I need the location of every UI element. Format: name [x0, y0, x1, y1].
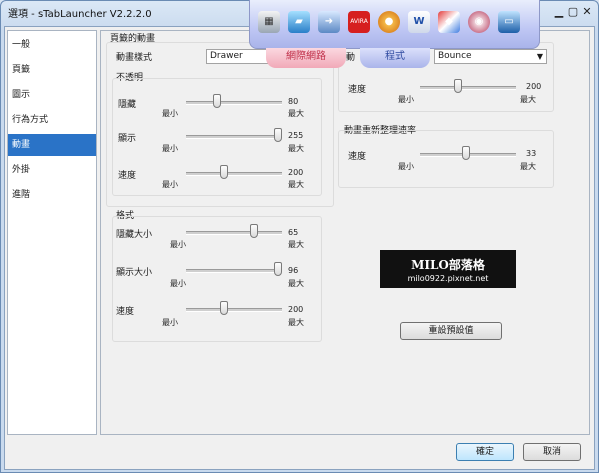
slider-min-label: 最小	[162, 109, 178, 118]
right-speed-label: 速度	[348, 85, 367, 95]
close-button[interactable]: ✕	[581, 6, 593, 18]
hide-opacity-thumb[interactable]	[213, 94, 222, 108]
hide-size-label: 隱藏大小	[116, 230, 153, 240]
slider-min-label: 最小	[162, 144, 178, 153]
sidebar-item-icons[interactable]: 圖示	[8, 84, 96, 106]
slider-max-label: 最大	[288, 144, 304, 153]
stab-launcher-bar: ▦ ▰ ➜ AVIRA ● W ◆ ◉ ▭ 網際網路 程式	[249, 0, 540, 68]
format-speed-label: 速度	[116, 307, 135, 317]
calculator-icon[interactable]: ▦	[258, 11, 280, 33]
cancel-button[interactable]: 取消	[523, 443, 581, 461]
tab-programs[interactable]: 程式	[360, 48, 430, 68]
slider-min-label: 最小	[162, 318, 178, 327]
slider-max-label: 最大	[288, 318, 304, 327]
show-size-label: 顯示大小	[116, 268, 153, 278]
disc-icon[interactable]: ◉	[468, 11, 490, 33]
avira-icon[interactable]: AVIRA	[348, 11, 370, 33]
minimize-button[interactable]: ▁	[553, 6, 565, 18]
slider-max-label: 最大	[288, 240, 304, 249]
animation-style-label: 動畫樣式	[116, 53, 153, 63]
animation-style2-value: Bounce	[438, 51, 472, 61]
slider-min-label: 最小	[170, 240, 186, 249]
slider-max-label: 最大	[288, 279, 304, 288]
slider-max-label: 最大	[520, 162, 536, 171]
window-title: 選項 - sTabLauncher V2.2.2.0	[8, 9, 152, 20]
opacity-speed-thumb[interactable]	[220, 165, 229, 179]
show-size-value: 96	[288, 266, 299, 275]
opacity-speed-track[interactable]	[186, 172, 282, 176]
tab-internet[interactable]: 網際網路	[266, 48, 346, 68]
monitor-icon[interactable]: ▭	[498, 11, 520, 33]
slider-min-label: 最小	[170, 279, 186, 288]
animation-style2-label: 動	[346, 53, 356, 63]
hide-opacity-value: 80	[288, 97, 299, 106]
sidebar-item-behavior[interactable]: 行為方式	[8, 109, 96, 131]
sidebar-item-advanced[interactable]: 進階	[8, 184, 96, 206]
show-opacity-thumb[interactable]	[274, 128, 282, 142]
show-size-thumb[interactable]	[274, 262, 282, 276]
slider-max-label: 最大	[520, 95, 536, 104]
show-opacity-value: 255	[288, 131, 304, 140]
hide-size-track[interactable]	[186, 231, 282, 235]
hide-opacity-track[interactable]	[186, 101, 282, 105]
show-size-track[interactable]	[186, 269, 282, 273]
slider-max-label: 最大	[288, 109, 304, 118]
rubik-icon[interactable]: ◆	[438, 11, 460, 33]
chevron-down-icon: ▼	[536, 52, 543, 61]
sidebar-item-animation[interactable]: 動畫	[8, 134, 96, 156]
media-icon[interactable]: ●	[378, 11, 400, 33]
slider-min-label: 最小	[398, 162, 414, 171]
watermark-url: milo0922.pixnet.net	[407, 274, 489, 283]
slider-min-label: 最小	[398, 95, 414, 104]
slider-max-label: 最大	[288, 180, 304, 189]
format-speed-thumb[interactable]	[220, 301, 229, 315]
sidebar-item-tabs[interactable]: 頁籤	[8, 59, 96, 81]
sidebar-item-plugins[interactable]: 外掛	[8, 159, 96, 181]
opacity-speed-label: 速度	[118, 171, 137, 181]
animation-style-value: Drawer	[210, 51, 243, 61]
blog-watermark: MILO部落格 milo0922.pixnet.net	[380, 250, 516, 288]
maximize-button[interactable]: ▢	[567, 6, 579, 18]
right-speed-value: 200	[526, 82, 542, 91]
reorder-rate-group	[338, 130, 554, 188]
hide-size-value: 65	[288, 228, 299, 237]
word-icon[interactable]: W	[408, 11, 430, 33]
ok-button[interactable]: 確定	[456, 443, 514, 461]
hide-size-thumb[interactable]	[250, 224, 259, 238]
hide-opacity-label: 隱藏	[118, 100, 137, 110]
reorder-speed-thumb[interactable]	[462, 146, 471, 160]
animation-style2-select[interactable]: Bounce ▼	[434, 49, 547, 64]
format-speed-value: 200	[288, 305, 304, 314]
slider-min-label: 最小	[162, 180, 178, 189]
arrow-icon[interactable]: ➜	[318, 11, 340, 33]
reorder-speed-value: 33	[526, 149, 537, 158]
sidebar-item-general[interactable]: 一般	[8, 34, 96, 56]
reset-defaults-button[interactable]: 重設預設值	[400, 322, 502, 340]
book-icon[interactable]: ▰	[288, 11, 310, 33]
watermark-title: MILO部落格	[411, 258, 485, 272]
right-speed-track[interactable]	[420, 86, 516, 90]
show-opacity-label: 顯示	[118, 134, 137, 144]
opacity-speed-value: 200	[288, 168, 304, 177]
reorder-speed-label: 速度	[348, 152, 367, 162]
show-opacity-track[interactable]	[186, 135, 282, 139]
settings-sidebar: 一般 頁籤 圖示 行為方式 動畫 外掛 進階	[7, 30, 97, 435]
format-speed-track[interactable]	[186, 308, 282, 312]
right-speed-thumb[interactable]	[454, 79, 463, 93]
